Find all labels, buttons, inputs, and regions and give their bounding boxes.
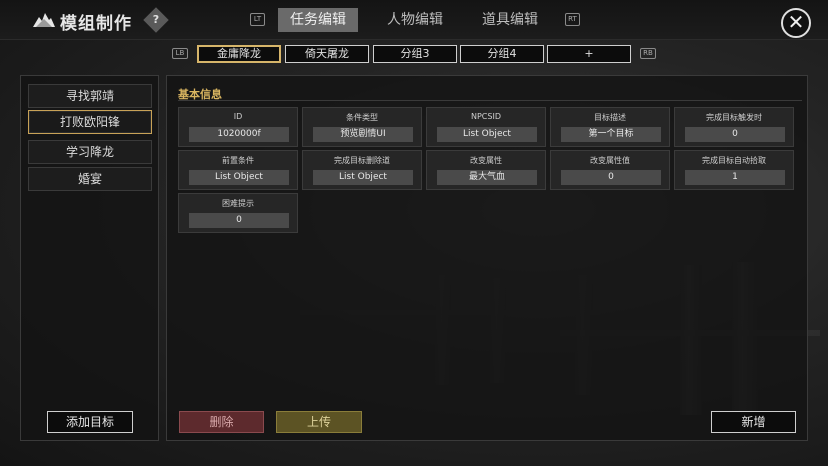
help-icon[interactable]: ? xyxy=(143,7,169,33)
field-complete-trigger: 完成目标触发时 0 xyxy=(674,107,794,147)
field-change-attribute-value: 改变属性值 0 xyxy=(550,150,670,190)
field-value[interactable]: 0 xyxy=(561,170,661,185)
field-value[interactable]: 预览剧情UI xyxy=(313,127,413,142)
group-tab-2[interactable]: 倚天屠龙 xyxy=(285,45,369,63)
field-id: ID 1020000f xyxy=(178,107,298,147)
upload-button[interactable]: 上传 xyxy=(276,411,362,433)
close-button[interactable]: ✕ xyxy=(781,8,811,38)
delete-button[interactable]: 删除 xyxy=(179,411,264,433)
field-value[interactable]: 1020000f xyxy=(189,127,289,142)
sidebar-item-wedding[interactable]: 婚宴 xyxy=(28,167,152,191)
sidebar-item-learn-xianglong[interactable]: 学习降龙 xyxy=(28,140,152,164)
rb-shortcut-icon: RB xyxy=(640,48,656,59)
tab-character-edit[interactable]: 人物编辑 xyxy=(375,8,455,32)
field-value[interactable]: 第一个目标 xyxy=(561,127,661,142)
field-goal-description: 目标描述 第一个目标 xyxy=(550,107,670,147)
group-tab-1[interactable]: 金庸降龙 xyxy=(197,45,281,63)
app-title: 模组制作 xyxy=(60,14,132,34)
field-value[interactable]: 1 xyxy=(685,170,785,185)
add-group-button[interactable]: + xyxy=(547,45,631,63)
field-condition-type: 条件类型 预览剧情UI xyxy=(302,107,422,147)
tab-task-edit[interactable]: 任务编辑 xyxy=(278,8,358,32)
tab-item-edit[interactable]: 道具编辑 xyxy=(470,8,550,32)
lt-shortcut-icon: LT xyxy=(250,13,265,26)
group-tab-4[interactable]: 分组4 xyxy=(460,45,544,63)
field-npcsid: NPCSID List Object xyxy=(426,107,546,147)
field-complete-remove-item: 完成目标删除道 List Object xyxy=(302,150,422,190)
field-value[interactable]: 0 xyxy=(189,213,289,228)
sidebar-item-defeat-ouyangfeng[interactable]: 打败欧阳锋 xyxy=(28,110,152,134)
field-value[interactable]: List Object xyxy=(437,127,537,142)
field-value[interactable]: 最大气血 xyxy=(437,170,537,185)
field-precondition: 前置条件 List Object xyxy=(178,150,298,190)
add-goal-button[interactable]: 添加目标 xyxy=(47,411,133,433)
field-value[interactable]: List Object xyxy=(189,170,289,185)
field-difficulty-hint: 困难提示 0 xyxy=(178,193,298,233)
rt-shortcut-icon: RT xyxy=(565,13,580,26)
group-tab-3[interactable]: 分组3 xyxy=(373,45,457,63)
sidebar-item-find-guojing[interactable]: 寻找郭靖 xyxy=(28,84,152,108)
mountain-logo-icon xyxy=(33,13,55,27)
field-value[interactable]: 0 xyxy=(685,127,785,142)
new-button[interactable]: 新增 xyxy=(711,411,796,433)
section-divider xyxy=(178,100,802,101)
lb-shortcut-icon: LB xyxy=(172,48,188,59)
field-auto-pickup: 完成目标自动拾取 1 xyxy=(674,150,794,190)
field-change-attribute: 改变属性 最大气血 xyxy=(426,150,546,190)
field-value[interactable]: List Object xyxy=(313,170,413,185)
